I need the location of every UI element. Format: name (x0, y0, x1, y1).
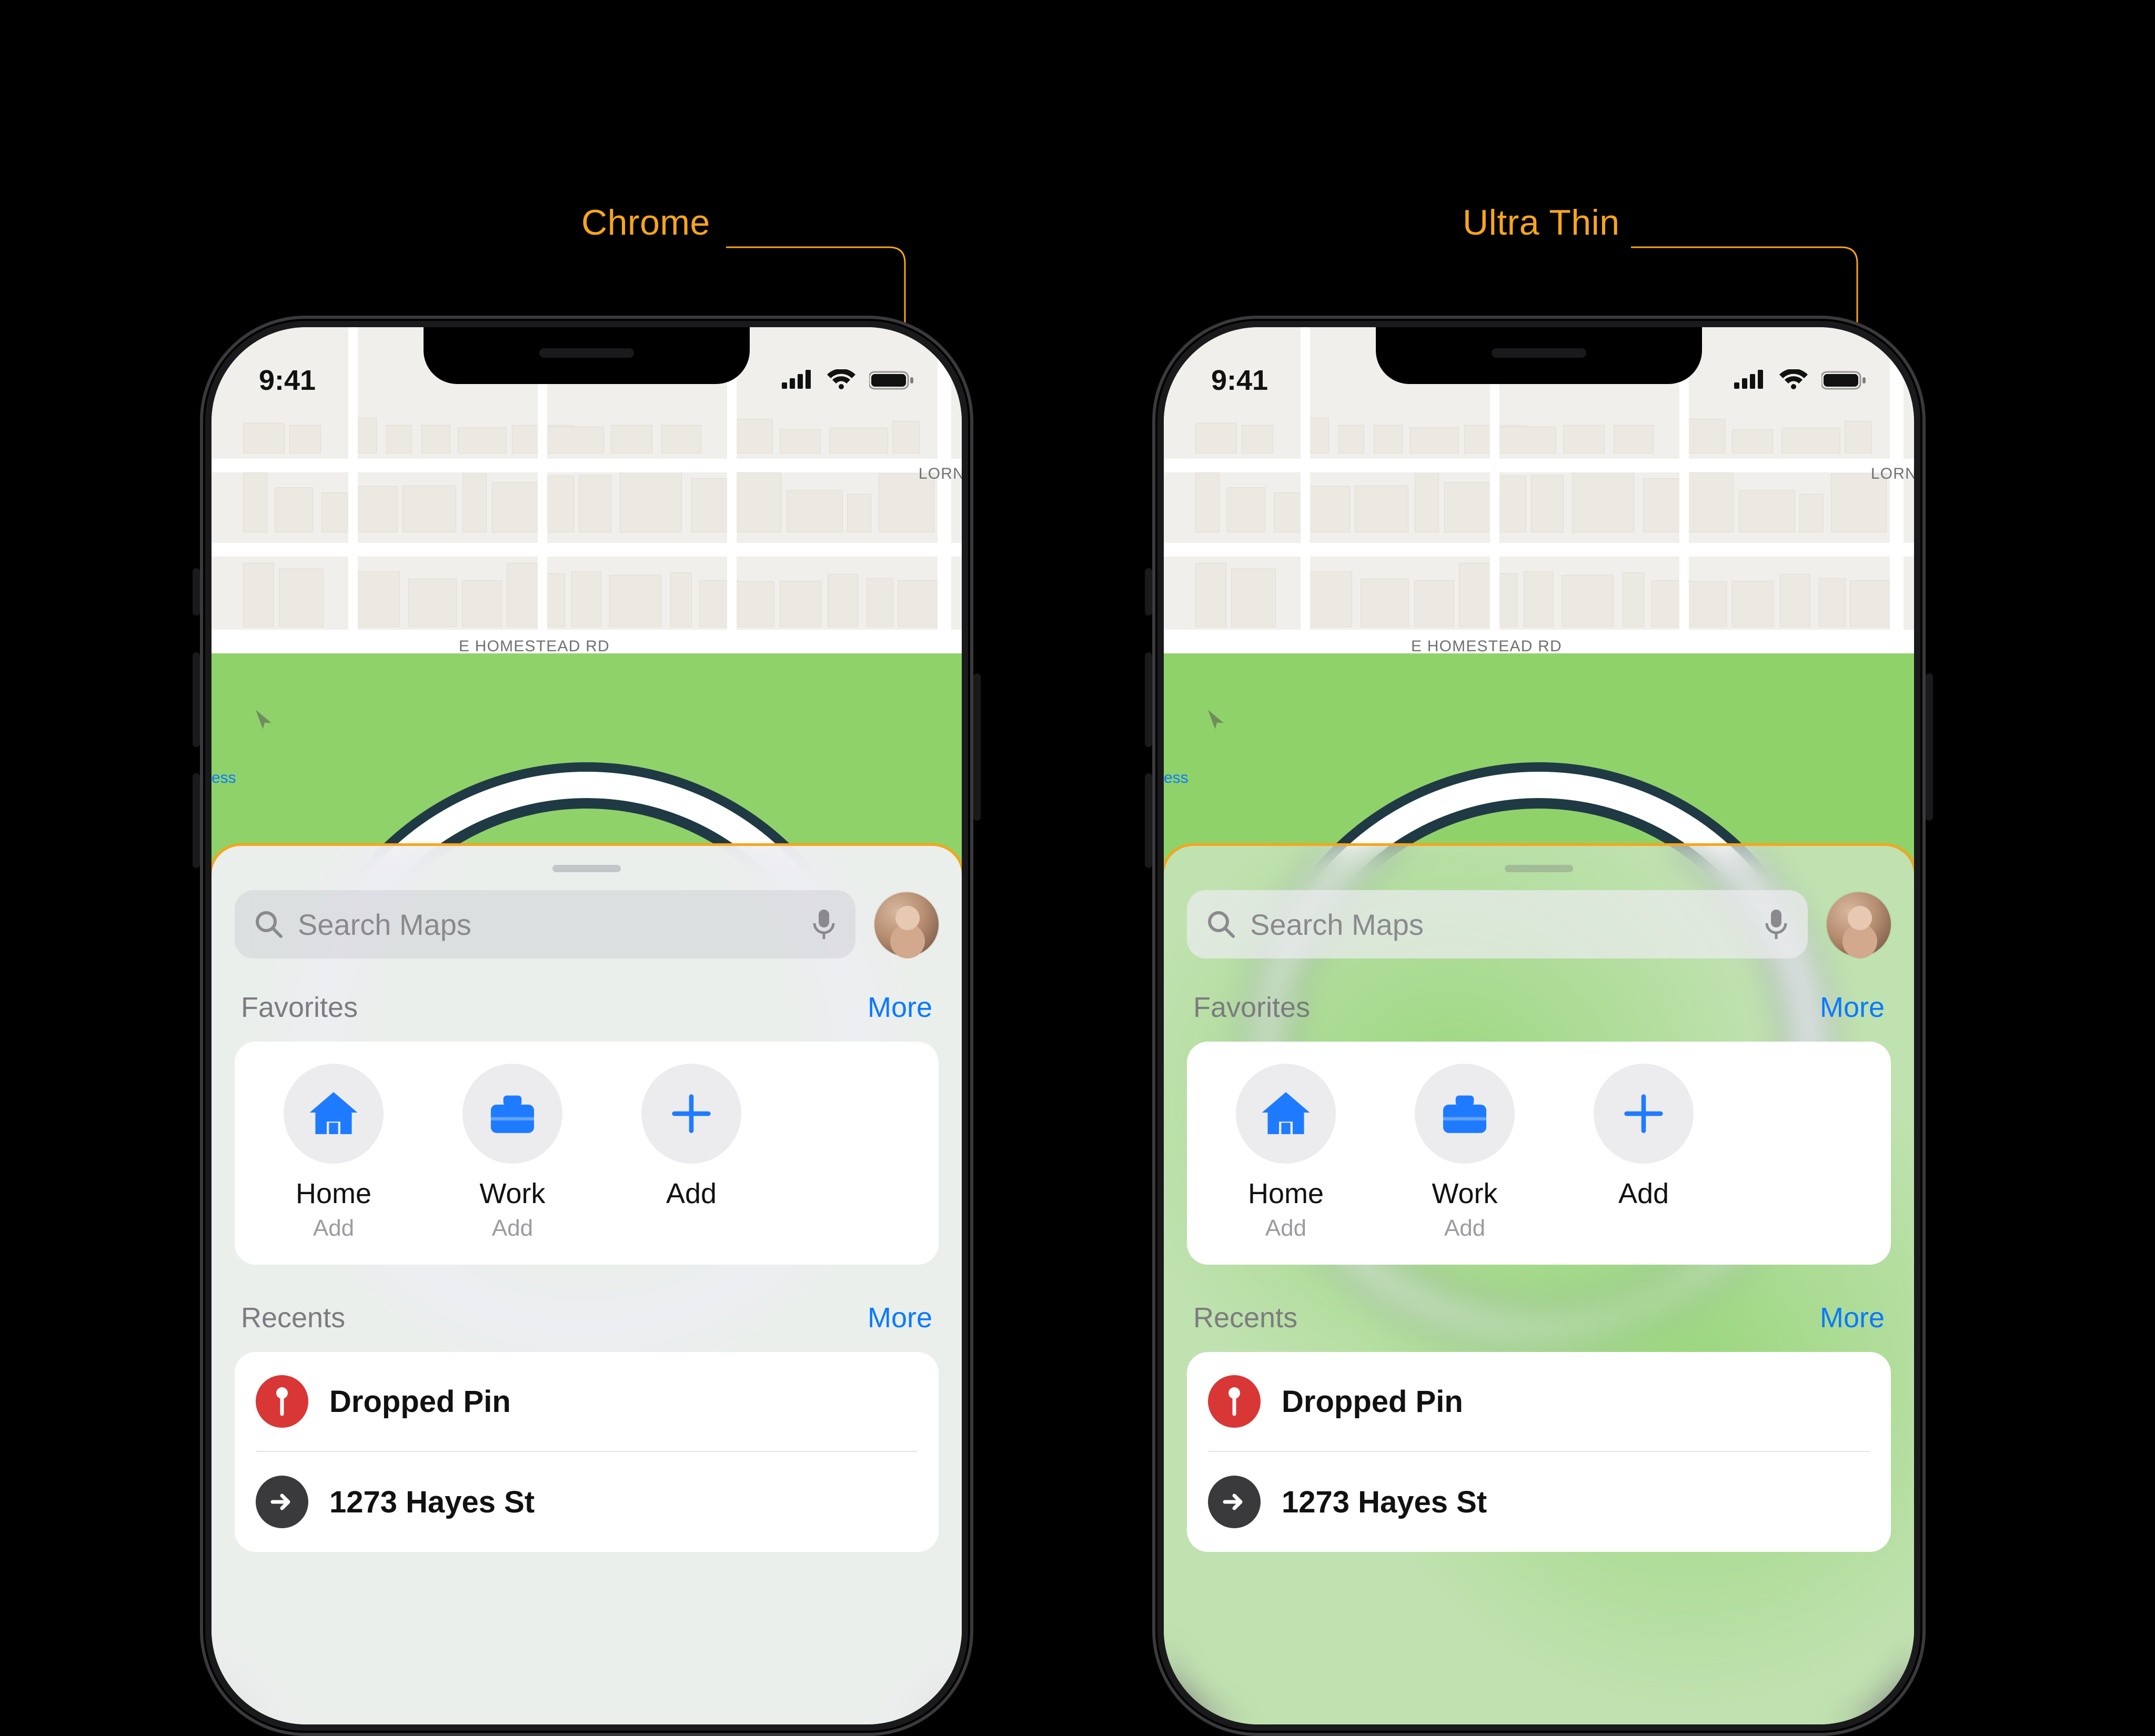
favorites-card: Home Add Work Add Add (1187, 1042, 1891, 1265)
map-buildings (1190, 417, 1888, 643)
favorite-add[interactable]: Add (1565, 1064, 1723, 1242)
annotation-ultrathin-label: Ultra Thin (1463, 202, 1620, 243)
favorite-home[interactable]: Home Add (255, 1064, 412, 1242)
plus-icon (1615, 1085, 1672, 1142)
recent-dropped-pin[interactable]: Dropped Pin (256, 1352, 918, 1452)
avatar[interactable] (874, 892, 939, 956)
recents-title: Recents (1193, 1301, 1297, 1334)
annotation-chrome-label: Chrome (581, 202, 710, 243)
house-icon (1257, 1085, 1314, 1142)
wifi-icon (826, 369, 857, 391)
favorite-label: Add (666, 1177, 717, 1210)
search-sheet[interactable]: Search Maps Favorites More Home Add (1164, 846, 1914, 1724)
search-input[interactable]: Search Maps (235, 890, 855, 958)
recent-label: 1273 Hayes St (329, 1485, 535, 1520)
search-icon (254, 909, 284, 940)
map-street-edge: LORN (1871, 465, 1914, 483)
status-time: 9:41 (259, 364, 316, 397)
house-icon (305, 1085, 362, 1142)
phone-chrome: 9:41 E HOMESTEAD RD LORN (200, 316, 973, 1736)
favorite-label: Work (479, 1177, 545, 1210)
wifi-icon (1778, 369, 1809, 391)
favorites-title: Favorites (1193, 991, 1310, 1024)
favorite-label: Add (1618, 1177, 1669, 1210)
favorite-sublabel: Add (492, 1215, 533, 1242)
recents-more-link[interactable]: More (1820, 1301, 1885, 1334)
pin-icon (1222, 1385, 1247, 1418)
map-street-edge: LORN (919, 465, 962, 483)
favorite-add[interactable]: Add (612, 1064, 770, 1242)
phone-ultrathin: 9:41 E HOMESTEAD RD LORN ess (1152, 316, 1926, 1736)
favorite-label: Home (1248, 1177, 1324, 1210)
device-notch (424, 327, 750, 384)
map-street-main: E HOMESTEAD RD (459, 638, 610, 655)
map-street-main: E HOMESTEAD RD (1411, 638, 1562, 655)
cellular-icon (782, 370, 813, 391)
search-placeholder: Search Maps (298, 907, 798, 942)
search-placeholder: Search Maps (1250, 907, 1750, 942)
favorite-work[interactable]: Work Add (434, 1064, 591, 1242)
search-icon (1206, 909, 1236, 940)
mic-icon[interactable] (811, 907, 837, 941)
status-time: 9:41 (1211, 364, 1268, 397)
briefcase-icon (1436, 1085, 1493, 1142)
recents-title: Recents (241, 1301, 345, 1334)
arrow-icon (267, 1487, 297, 1517)
arrow-icon (1220, 1487, 1249, 1517)
recents-card: Dropped Pin 1273 Hayes St (1187, 1352, 1891, 1552)
recent-address[interactable]: 1273 Hayes St (256, 1452, 918, 1552)
favorite-label: Work (1432, 1177, 1497, 1210)
recent-address[interactable]: 1273 Hayes St (1208, 1452, 1870, 1552)
highlight-outline (1164, 843, 1914, 1724)
avatar[interactable] (1827, 892, 1891, 956)
favorites-more-link[interactable]: More (868, 991, 932, 1024)
cellular-icon (1734, 370, 1766, 391)
recent-label: Dropped Pin (1282, 1384, 1463, 1419)
mic-icon[interactable] (1764, 907, 1789, 941)
map-link-fragment: ess (212, 769, 236, 787)
highlight-outline (212, 843, 962, 1724)
favorite-sublabel: Add (1265, 1215, 1306, 1242)
map-buildings (238, 417, 935, 643)
plus-icon (663, 1085, 720, 1142)
recent-label: Dropped Pin (329, 1384, 511, 1419)
favorites-card: Home Add Work Add Add (235, 1042, 939, 1265)
recent-label: 1273 Hayes St (1282, 1485, 1487, 1520)
favorite-work[interactable]: Work Add (1386, 1064, 1544, 1242)
sheet-grabber[interactable] (1505, 865, 1573, 872)
device-notch (1376, 327, 1702, 384)
favorite-sublabel: Add (1444, 1215, 1485, 1242)
battery-icon (1821, 370, 1867, 391)
pin-icon (269, 1385, 295, 1418)
recent-dropped-pin[interactable]: Dropped Pin (1208, 1352, 1870, 1452)
search-sheet[interactable]: Search Maps Favorites More Home Add (212, 846, 962, 1724)
favorite-sublabel: Add (313, 1215, 354, 1242)
search-input[interactable]: Search Maps (1187, 890, 1808, 958)
recents-card: Dropped Pin 1273 Hayes St (235, 1352, 939, 1552)
favorites-more-link[interactable]: More (1820, 991, 1885, 1024)
favorites-title: Favorites (241, 991, 358, 1024)
sheet-grabber[interactable] (552, 865, 621, 872)
battery-icon (869, 370, 914, 391)
recents-more-link[interactable]: More (868, 1301, 932, 1334)
favorite-label: Home (296, 1177, 371, 1210)
map-link-fragment: ess (1164, 769, 1189, 787)
favorite-home[interactable]: Home Add (1207, 1064, 1365, 1242)
briefcase-icon (484, 1085, 541, 1142)
